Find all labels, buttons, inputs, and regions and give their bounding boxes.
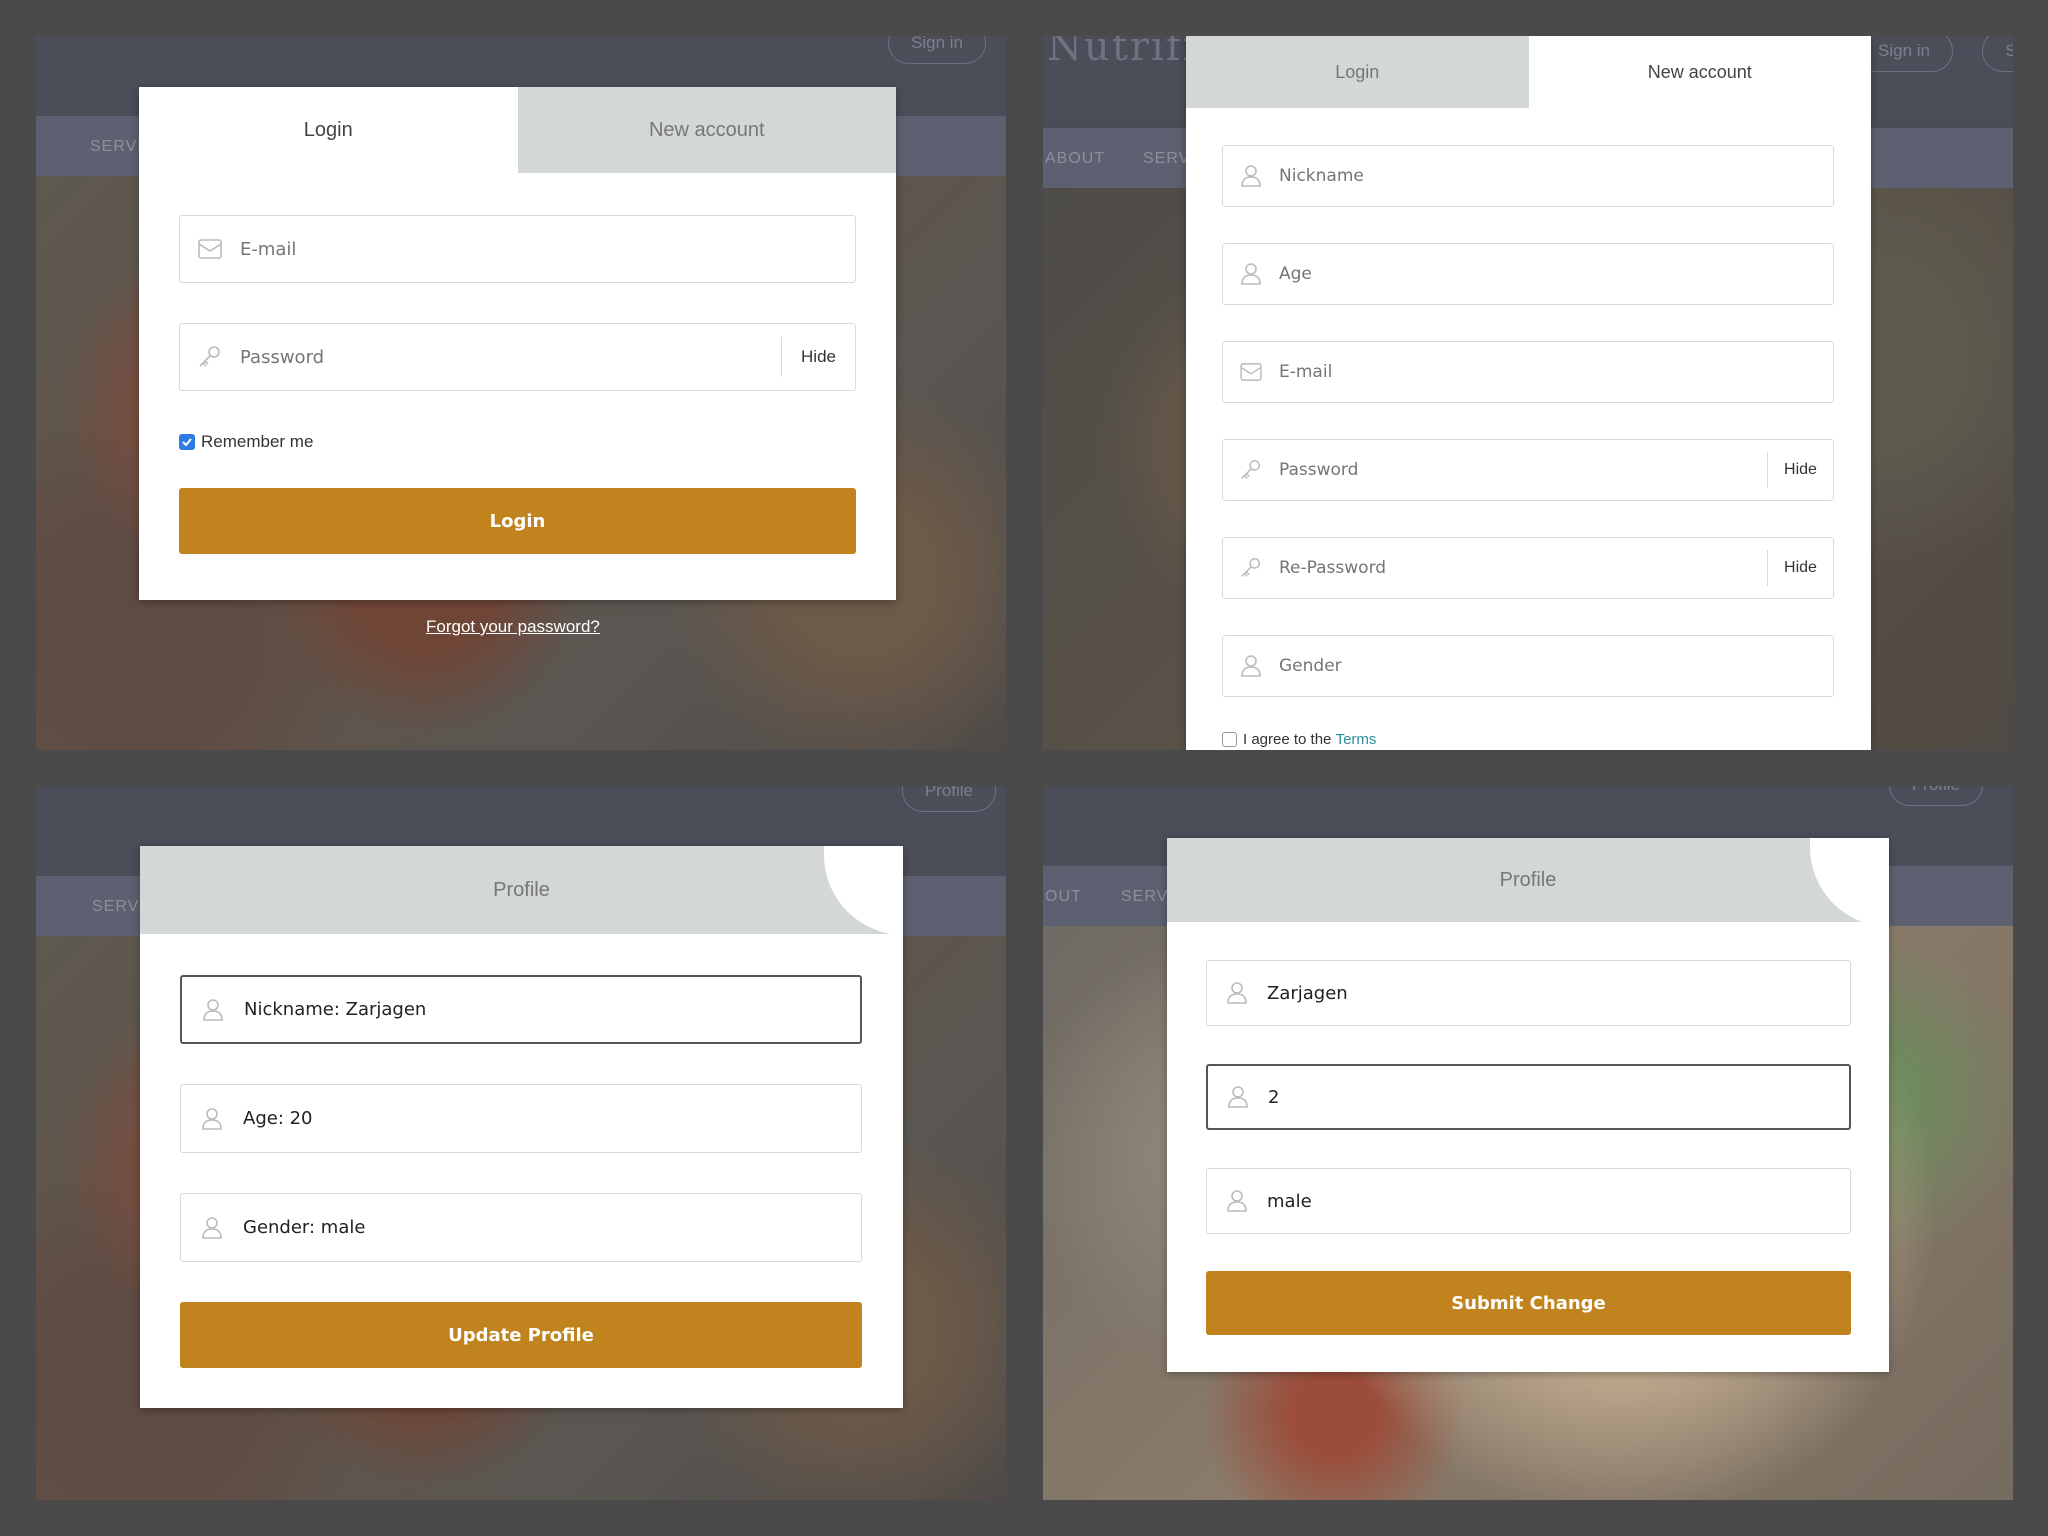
gender-field[interactable]: Gender: male bbox=[180, 1193, 862, 1262]
profile-edit-modal: Profile Zarjagen 2 male Submit Change bbox=[1167, 838, 1889, 1372]
login-screen: Sign in SERVI Login New account Hide bbox=[36, 36, 1006, 750]
auth-tabs: Login New account bbox=[1186, 36, 1871, 108]
key-icon bbox=[1223, 458, 1279, 482]
age-field[interactable] bbox=[1222, 243, 1834, 305]
password-input[interactable] bbox=[1279, 440, 1767, 500]
sign-in-button[interactable]: Sign in bbox=[888, 36, 986, 64]
gender-value: Gender: male bbox=[243, 1217, 366, 1238]
hide-repassword-toggle[interactable]: Hide bbox=[1767, 550, 1833, 586]
age-field[interactable]: Age: 20 bbox=[180, 1084, 862, 1153]
email-input[interactable] bbox=[1279, 342, 1833, 402]
nav-item-services[interactable]: SERVI bbox=[92, 898, 145, 916]
register-modal: Login New account Hide bbox=[1186, 36, 1871, 750]
nav-item-about[interactable]: ABOUT bbox=[1045, 150, 1105, 168]
hide-password-toggle[interactable]: Hide bbox=[781, 337, 855, 377]
user-icon bbox=[1207, 1189, 1267, 1213]
user-icon bbox=[1223, 262, 1279, 286]
login-button[interactable]: Login bbox=[179, 488, 856, 554]
sign-up-button[interactable]: Sig bbox=[1982, 36, 2013, 72]
mail-icon bbox=[1223, 363, 1279, 381]
nav-item-services[interactable]: SERVI bbox=[1121, 888, 1174, 906]
profile-button[interactable]: Profile bbox=[901, 786, 996, 812]
gender-input[interactable] bbox=[1279, 636, 1833, 696]
tab-new-account[interactable]: New account bbox=[1528, 36, 1871, 108]
nav-item-services[interactable]: SERVI bbox=[90, 138, 143, 156]
nickname-field[interactable]: Zarjagen bbox=[1206, 960, 1851, 1026]
nickname-value: Nickname: Zarjagen bbox=[244, 999, 427, 1020]
profile-header: Profile bbox=[140, 846, 903, 934]
gender-field[interactable] bbox=[1222, 635, 1834, 697]
email-field[interactable] bbox=[179, 215, 856, 283]
repassword-input[interactable] bbox=[1279, 538, 1767, 598]
profile-modal: Profile Nickname: Zarjagen Age: 20 Gende… bbox=[140, 846, 903, 1408]
remember-me-label: Remember me bbox=[201, 432, 314, 451]
profile-title: Profile bbox=[1499, 868, 1557, 891]
profile-edit-screen: Profile OUT SERVI Profile Zarjagen 2 m bbox=[1043, 786, 2013, 1500]
tab-new-account[interactable]: New account bbox=[517, 87, 896, 173]
nav-item-about[interactable]: OUT bbox=[1045, 888, 1082, 906]
terms-link[interactable]: Terms bbox=[1336, 731, 1377, 748]
user-icon bbox=[181, 1107, 243, 1131]
auth-tabs: Login New account bbox=[139, 87, 896, 173]
profile-title: Profile bbox=[493, 878, 550, 901]
hide-password-toggle[interactable]: Hide bbox=[1767, 452, 1833, 488]
password-input[interactable] bbox=[240, 324, 781, 390]
user-icon bbox=[1207, 981, 1267, 1005]
user-icon bbox=[1223, 164, 1279, 188]
user-icon bbox=[182, 998, 244, 1022]
checkbox-checked[interactable] bbox=[179, 434, 195, 450]
email-field[interactable] bbox=[1222, 341, 1834, 403]
mail-icon bbox=[180, 239, 240, 259]
register-screen: Nutrifi Sign in Sig ABOUT SERVI Login Ne… bbox=[1043, 36, 2013, 750]
profile-header: Profile bbox=[1167, 838, 1889, 922]
submit-change-button[interactable]: Submit Change bbox=[1206, 1271, 1851, 1335]
header-corner bbox=[1810, 838, 1889, 922]
user-icon bbox=[1208, 1085, 1268, 1109]
login-modal: Login New account Hide Remember me Login bbox=[139, 87, 896, 600]
tab-login[interactable]: Login bbox=[139, 87, 518, 173]
profile-button[interactable]: Profile bbox=[1888, 786, 1983, 806]
forgot-password-link[interactable]: Forgot your password? bbox=[426, 617, 600, 637]
password-field[interactable]: Hide bbox=[179, 323, 856, 391]
email-input[interactable] bbox=[240, 216, 855, 282]
remember-me-checkbox[interactable]: Remember me bbox=[179, 432, 313, 452]
user-icon bbox=[1223, 654, 1279, 678]
update-profile-button[interactable]: Update Profile bbox=[180, 1302, 862, 1368]
nickname-field[interactable]: Nickname: Zarjagen bbox=[180, 975, 862, 1044]
site-logo: Nutrifi bbox=[1047, 36, 1198, 70]
age-input[interactable] bbox=[1279, 244, 1833, 304]
nickname-value[interactable]: Zarjagen bbox=[1267, 983, 1850, 1004]
key-icon bbox=[180, 344, 240, 370]
agree-terms-checkbox[interactable]: I agree to the Terms bbox=[1222, 731, 1376, 748]
agree-label: I agree to the bbox=[1243, 731, 1332, 748]
checkbox-unchecked[interactable] bbox=[1222, 732, 1237, 747]
profile-view-screen: Profile SERVI Profile Nickname: Zarjagen… bbox=[36, 786, 1006, 1500]
nickname-field[interactable] bbox=[1222, 145, 1834, 207]
repassword-field[interactable]: Hide bbox=[1222, 537, 1834, 599]
tab-login[interactable]: Login bbox=[1186, 36, 1529, 108]
user-icon bbox=[181, 1216, 243, 1240]
key-icon bbox=[1223, 556, 1279, 580]
age-value[interactable]: 2 bbox=[1268, 1087, 1849, 1108]
header-corner bbox=[824, 846, 903, 934]
password-field[interactable]: Hide bbox=[1222, 439, 1834, 501]
nickname-input[interactable] bbox=[1279, 146, 1833, 206]
age-field[interactable]: 2 bbox=[1206, 1064, 1851, 1130]
age-value: Age: 20 bbox=[243, 1108, 313, 1129]
gender-field[interactable]: male bbox=[1206, 1168, 1851, 1234]
gender-value[interactable]: male bbox=[1267, 1191, 1850, 1212]
